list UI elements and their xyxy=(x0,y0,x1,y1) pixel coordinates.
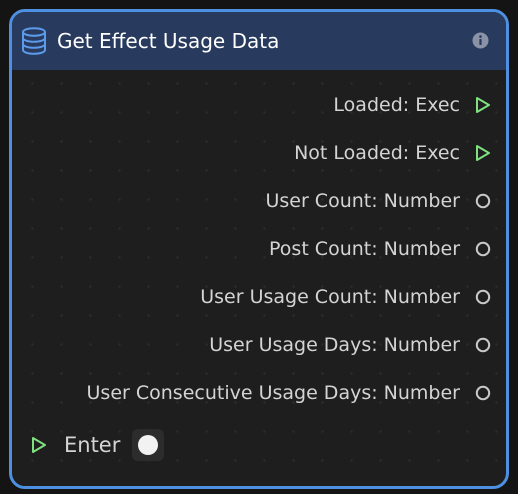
value-pin-icon[interactable] xyxy=(474,192,492,210)
input-pin-label: Enter xyxy=(64,433,121,457)
output-pin-row-not-loaded[interactable]: Not Loaded: Exec xyxy=(294,138,492,168)
output-pin-label: User Count: Number xyxy=(265,190,460,212)
output-pin-row-loaded[interactable]: Loaded: Exec xyxy=(333,90,492,120)
exec-pin-icon[interactable] xyxy=(474,144,492,162)
value-pin-icon[interactable] xyxy=(474,288,492,306)
output-pin-label: Loaded: Exec xyxy=(333,94,460,116)
output-pin-label: User Usage Count: Number xyxy=(200,286,460,308)
output-pin-row-user-usage-days[interactable]: User Usage Days: Number xyxy=(209,330,492,360)
exec-pin-icon[interactable] xyxy=(474,96,492,114)
enter-toggle[interactable] xyxy=(132,429,165,461)
info-icon[interactable] xyxy=(472,32,489,49)
input-pin-row-enter[interactable]: Enter xyxy=(30,428,165,462)
output-pin-label: Post Count: Number xyxy=(269,238,460,260)
value-pin-icon[interactable] xyxy=(474,240,492,258)
output-pin-row-post-count[interactable]: Post Count: Number xyxy=(269,234,492,264)
value-pin-icon[interactable] xyxy=(474,336,492,354)
value-pin-icon[interactable] xyxy=(474,384,492,402)
database-icon xyxy=(22,27,46,55)
node-title: Get Effect Usage Data xyxy=(57,29,280,53)
output-pin-label: Not Loaded: Exec xyxy=(294,142,460,164)
toggle-dot xyxy=(138,435,159,455)
output-pin-row-user-usage-count[interactable]: User Usage Count: Number xyxy=(200,282,492,312)
node-header[interactable]: Get Effect Usage Data xyxy=(12,12,506,70)
output-pin-row-user-count[interactable]: User Count: Number xyxy=(265,186,492,216)
output-pin-label: User Consecutive Usage Days: Number xyxy=(86,382,460,404)
node-card[interactable]: Get Effect Usage Data Loaded: Exec Not L… xyxy=(9,9,509,489)
output-pin-label: User Usage Days: Number xyxy=(209,334,460,356)
exec-pin-icon[interactable] xyxy=(30,436,48,454)
output-pin-row-user-consecutive-usage-days[interactable]: User Consecutive Usage Days: Number xyxy=(87,378,492,408)
